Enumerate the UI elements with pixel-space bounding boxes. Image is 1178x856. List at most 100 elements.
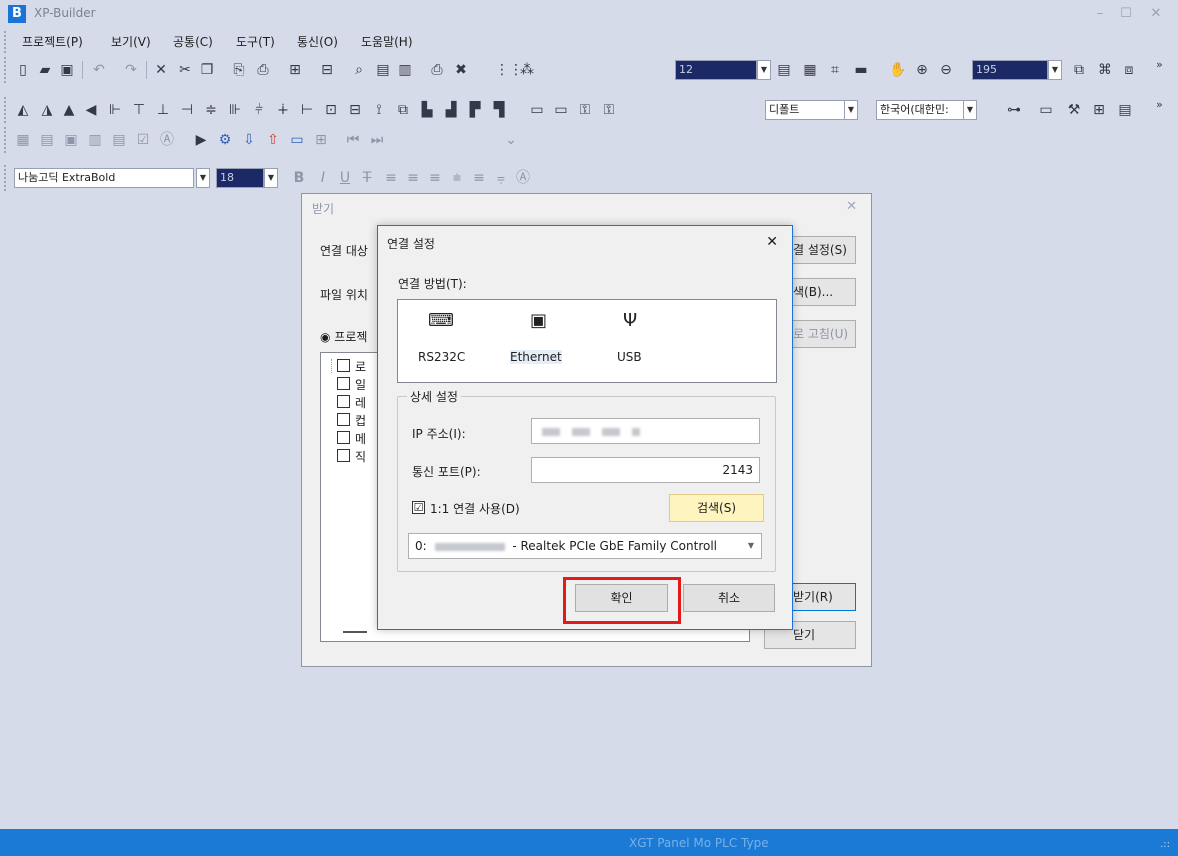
table-icon[interactable]: ⌗ [826, 61, 844, 79]
toolbar-grip[interactable] [3, 126, 7, 154]
chevron-down-icon[interactable]: ▼ [1048, 60, 1062, 80]
cancel-button[interactable]: 취소 [683, 584, 775, 612]
grid-icon[interactable]: ⋮⋮ [495, 61, 523, 79]
same-width-icon[interactable]: ≑ [202, 101, 220, 119]
zoom-region-icon[interactable]: ⧈ [1120, 61, 1138, 79]
screen-icon[interactable]: ▭ [1037, 101, 1055, 119]
tree-checkbox[interactable] [337, 377, 350, 390]
send-backward-icon[interactable]: ▜ [490, 101, 508, 119]
method-rs232c[interactable]: ⌨ RS232C [418, 300, 478, 384]
paste-icon[interactable]: ⎘ [230, 61, 248, 79]
maximize-button[interactable]: ☐ [1113, 4, 1139, 24]
valign-bottom-icon[interactable]: ⩦ [492, 169, 510, 187]
chevron-down-icon[interactable]: ▼ [741, 534, 761, 558]
align-right-icon[interactable]: ▲ [60, 101, 78, 119]
font-color-icon[interactable]: Ⓐ [514, 169, 532, 187]
page-copy-icon[interactable]: ▥ [396, 61, 414, 79]
rotate-icon[interactable]: ⊟ [346, 101, 364, 119]
port-input[interactable]: 2143 [531, 457, 760, 483]
underline-icon[interactable]: U [336, 169, 354, 187]
align-left-icon[interactable]: ◭ [14, 101, 32, 119]
send-icon[interactable]: ⇩ [240, 131, 258, 149]
screen-list-icon[interactable]: ▦ [14, 131, 32, 149]
font-size-combo[interactable]: 18 [216, 168, 264, 188]
screen-prop-icon[interactable]: ▤ [38, 131, 56, 149]
one-to-one-checkbox[interactable]: ☑ [412, 501, 425, 514]
cut-icon[interactable]: ✂ [176, 61, 194, 79]
project-radio[interactable]: ◉ 프로젝 [320, 328, 367, 345]
toolbar-overflow[interactable]: » [1156, 98, 1163, 111]
chevron-down-icon[interactable]: ▼ [963, 100, 977, 120]
minimize-button[interactable]: – [1087, 4, 1113, 24]
new-file-icon[interactable]: ▯ [14, 61, 32, 79]
network-adapter-select[interactable]: 0: - Realtek PCIe GbE Family Controll ▼ [408, 533, 762, 559]
grid-view-icon[interactable]: ⊞ [312, 131, 330, 149]
language-combo[interactable]: 한국어(대한민: [876, 100, 964, 120]
distribute-v-icon[interactable]: ⊣ [178, 101, 196, 119]
menu-communication[interactable]: 통신(O) [297, 33, 338, 50]
tree-checkbox[interactable] [337, 449, 350, 462]
style-combo[interactable]: 디폴트 [765, 100, 845, 120]
menubar-grip[interactable] [3, 30, 7, 54]
fit-window-icon[interactable]: ⧉ [1070, 61, 1088, 79]
method-usb[interactable]: Ψ USB [613, 300, 653, 384]
align-page-icon[interactable]: ▤ [775, 61, 793, 79]
toolbar-grip[interactable] [3, 96, 7, 124]
distribute-h-icon[interactable]: ⊥ [154, 101, 172, 119]
menu-tools[interactable]: 도구(T) [236, 33, 275, 50]
tree-checkbox[interactable] [337, 431, 350, 444]
close-button[interactable]: ✕ [1143, 4, 1169, 24]
flip-h-icon[interactable]: ⊢ [298, 101, 316, 119]
monitor-icon[interactable]: ▭ [288, 131, 306, 149]
flip-v-icon[interactable]: ⊡ [322, 101, 340, 119]
align-text-right-icon[interactable]: ≡ [426, 169, 444, 187]
align-center-icon[interactable]: ◮ [38, 101, 56, 119]
menu-project[interactable]: 프로젝트(P) [22, 33, 83, 50]
close-icon[interactable]: ✕ [846, 199, 857, 214]
zoom-in-icon[interactable]: ⊕ [913, 61, 931, 79]
lock-all-icon[interactable]: ⚿ [600, 101, 618, 119]
device-icon[interactable]: ▭ [552, 101, 570, 119]
list-view-icon[interactable]: ▤ [1116, 101, 1134, 119]
text-icon[interactable]: Ⓐ [158, 131, 176, 149]
font-name-combo[interactable]: 나눔고딕 ExtraBold [14, 168, 194, 188]
strikethrough-icon[interactable]: T [358, 169, 376, 187]
method-ethernet[interactable]: ▣ Ethernet [510, 300, 574, 384]
align-middle-icon[interactable]: ⊩ [106, 101, 124, 119]
align-text-center-icon[interactable]: ≡ [404, 169, 422, 187]
communication-settings-icon[interactable]: ⚙ [216, 131, 234, 149]
close-icon[interactable]: ✕ [766, 234, 778, 250]
chevron-down-icon[interactable]: ⌄ [502, 131, 520, 149]
align-bottom-icon[interactable]: ⊤ [130, 101, 148, 119]
tree-checkbox[interactable] [337, 395, 350, 408]
center-icon[interactable]: ∔ [274, 101, 292, 119]
group-icon[interactable]: ⊞ [286, 61, 304, 79]
menu-common[interactable]: 공통(C) [173, 33, 213, 50]
toolbar-grip[interactable] [3, 164, 7, 192]
valign-middle-icon[interactable]: ≡ [470, 169, 488, 187]
chevron-down-icon[interactable]: ▼ [844, 100, 858, 120]
align-top-icon[interactable]: ◀ [82, 101, 100, 119]
last-icon[interactable]: ⏭ [368, 131, 386, 149]
tool-icon[interactable]: ✖ [452, 61, 470, 79]
save-icon[interactable]: ▣ [58, 61, 76, 79]
print-icon[interactable]: ⎙ [428, 61, 446, 79]
paste-special-icon[interactable]: ⎙ [254, 61, 272, 79]
chevron-down-icon[interactable]: ▼ [264, 168, 278, 188]
delete-icon[interactable]: ✕ [152, 61, 170, 79]
align-text-left-icon[interactable]: ≡ [382, 169, 400, 187]
menu-view[interactable]: 보기(V) [111, 33, 151, 50]
snap-icon[interactable]: ⁂ [518, 61, 536, 79]
align-grid-icon[interactable]: ▦ [801, 61, 819, 79]
tree-checkbox[interactable] [337, 413, 350, 426]
zoom-percent-combo[interactable]: 195 [972, 60, 1048, 80]
checklist-icon[interactable]: ☑ [134, 131, 152, 149]
spacing-icon[interactable]: ⟟ [370, 101, 388, 119]
tree-checkbox[interactable] [337, 359, 350, 372]
pan-hand-icon[interactable]: ✋ [889, 61, 907, 79]
zoom-out-icon[interactable]: ⊖ [937, 61, 955, 79]
bring-front-icon[interactable]: ▙ [418, 101, 436, 119]
toolbar-grip[interactable] [3, 56, 7, 84]
same-size-icon[interactable]: ⫩ [250, 101, 268, 119]
redo-icon[interactable]: ↷ [122, 61, 140, 79]
